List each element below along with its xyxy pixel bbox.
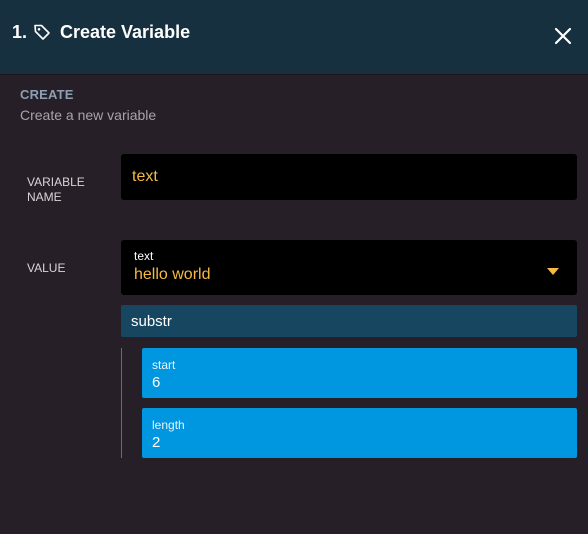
step-number: 1. — [12, 22, 28, 42]
param-start-field[interactable]: start 6 — [142, 348, 577, 398]
dialog-header: 1. Create Variable — [0, 0, 588, 74]
variable-name-label-line1: VARIABLE — [27, 175, 85, 189]
variable-name-label-line2: NAME — [27, 190, 62, 204]
param-length-value: 2 — [152, 434, 161, 451]
section-title: CREATE — [20, 87, 74, 102]
caret-down-icon — [546, 264, 560, 275]
param-start-value: 6 — [152, 374, 161, 391]
function-name: substr — [131, 313, 172, 330]
value-label: VALUE — [27, 261, 66, 275]
value-text: hello world — [134, 266, 211, 283]
variable-name-field[interactable]: text — [121, 154, 577, 200]
close-icon[interactable] — [553, 26, 573, 46]
param-length-field[interactable]: length 2 — [142, 408, 577, 458]
param-tree-line — [121, 348, 122, 458]
variable-name-value: text — [132, 168, 158, 185]
variable-name-label: VARIABLE NAME — [27, 175, 85, 205]
value-select[interactable]: text hello world — [121, 240, 577, 295]
function-substr[interactable]: substr — [121, 305, 577, 337]
value-type-label: text — [134, 249, 154, 263]
param-start-label: start — [152, 358, 176, 372]
section-subtitle: Create a new variable — [20, 107, 157, 123]
dialog-title: Create Variable — [60, 22, 191, 42]
param-length-label: length — [152, 418, 185, 432]
tag-icon — [33, 23, 51, 41]
